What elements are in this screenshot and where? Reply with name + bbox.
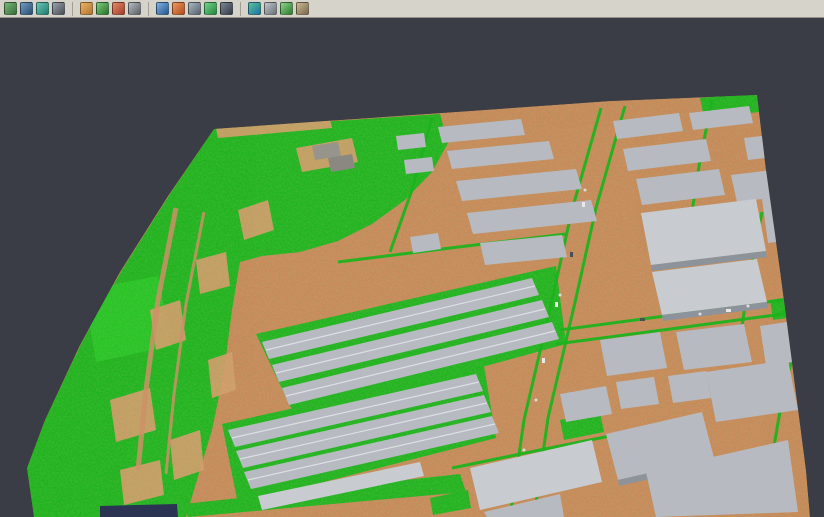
save-project-icon[interactable] bbox=[20, 2, 33, 15]
model-viewport[interactable] bbox=[0, 18, 824, 517]
rectangle-selection-icon[interactable] bbox=[80, 2, 93, 15]
grid-toggle-icon[interactable] bbox=[188, 2, 201, 15]
globe-view-icon[interactable] bbox=[248, 2, 261, 15]
delete-selection-icon[interactable] bbox=[172, 2, 185, 15]
point-cloud-render bbox=[0, 18, 824, 517]
texture-view-icon[interactable] bbox=[280, 2, 293, 15]
dark-structure bbox=[100, 504, 178, 517]
toolbar-separator bbox=[240, 2, 241, 16]
navigation-mode-icon[interactable] bbox=[52, 2, 65, 15]
application-window bbox=[0, 0, 824, 517]
open-project-icon[interactable] bbox=[4, 2, 17, 15]
terrain-view-icon[interactable] bbox=[36, 2, 49, 15]
toolbar bbox=[0, 0, 824, 18]
shaded-view-icon[interactable] bbox=[220, 2, 233, 15]
settings-gear-icon[interactable] bbox=[128, 2, 141, 15]
mesh-view-icon[interactable] bbox=[264, 2, 277, 15]
toolbar-separator bbox=[148, 2, 149, 16]
circle-selection-icon[interactable] bbox=[96, 2, 109, 15]
freeform-selection-icon[interactable] bbox=[112, 2, 125, 15]
classify-vegetation-icon[interactable] bbox=[204, 2, 217, 15]
reset-view-icon[interactable] bbox=[156, 2, 169, 15]
ortho-view-icon[interactable] bbox=[296, 2, 309, 15]
toolbar-separator bbox=[72, 2, 73, 16]
